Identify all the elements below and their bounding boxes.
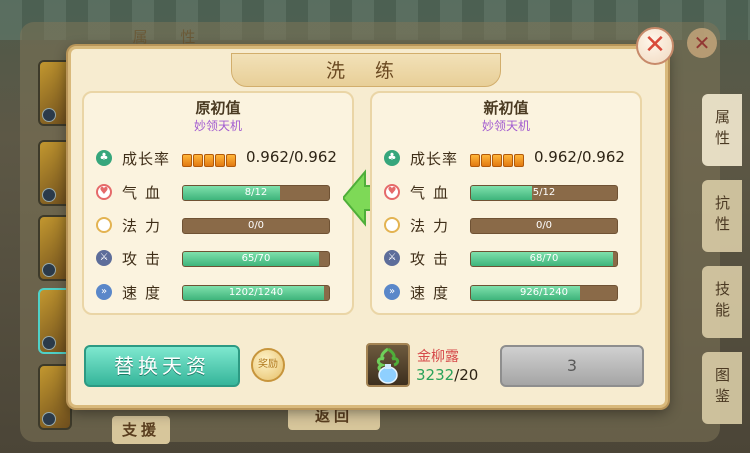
item-count: 3232/20 [416,366,478,384]
pet-name: 妙领天机 [481,119,530,133]
growth-icon: ♣ [96,150,112,166]
background-close-icon[interactable]: ✕ [687,28,717,58]
close-button[interactable]: ✕ [636,27,674,65]
growth-value: 0.962/0.962 [246,148,337,166]
stat-bar: 1202/1240 [182,285,330,301]
lock-icon [42,188,56,202]
support-button[interactable]: 支援 [112,416,170,444]
side-tab-codex[interactable]: 图鉴 [702,352,742,424]
lock-icon [42,263,56,277]
item-required: /20 [454,366,479,384]
heart-icon: ♥ [96,184,112,200]
stat-value: 0/0 [247,220,265,231]
stat-label: 攻击 [122,250,169,268]
growth-pips [182,152,237,167]
stat-label: 速度 [410,284,457,302]
potion-bottle-icon [376,347,400,384]
stat-value: 926/1240 [520,287,568,298]
heart-icon: ♥ [384,184,400,200]
stat-row-spd: » 速度 1202/1240 [96,281,346,303]
lock-icon [42,108,56,122]
stat-value: 1202/1240 [228,287,284,298]
pet-name: 妙领天机 [193,119,242,133]
stat-row-spd: » 速度 926/1240 [384,281,634,303]
stat-value: 8/12 [244,187,268,198]
stat-label: 气血 [122,184,169,202]
side-tab-skills[interactable]: 技能 [702,266,742,338]
speed-icon: » [96,284,112,300]
growth-row: ♣ 成长率 0.962/0.962 [384,147,634,169]
stat-value: 65/70 [241,253,271,264]
growth-label: 成长率 [122,150,171,168]
growth-label: 成长率 [410,150,459,168]
stat-bar: 0/0 [182,218,330,234]
stat-label: 攻击 [410,250,457,268]
mana-ring-icon [384,217,400,233]
reward-coin-icon[interactable]: 奖励 [251,348,285,382]
pet-thumbnail[interactable] [38,215,72,281]
replace-aptitude-button[interactable]: 替换天资 [84,345,240,387]
stat-row-hp: ♥ 气血 5/12 [384,181,634,203]
sword-icon: ⚔ [384,250,400,266]
dialog-title: 洗 练 [325,60,407,82]
item-icon[interactable] [366,343,410,387]
stat-label: 速度 [122,284,169,302]
stat-row-atk: ⚔ 攻击 65/70 [96,247,346,269]
speed-icon: » [384,284,400,300]
stat-row-hp: ♥ 气血 8/12 [96,181,346,203]
stat-label: 法力 [122,217,169,235]
stat-value: 68/70 [529,253,559,264]
stat-bar: 926/1240 [470,285,618,301]
dialog-header: 洗 练 [231,53,501,87]
sword-icon: ⚔ [96,250,112,266]
item-name: 金柳露 [417,349,459,365]
pet-thumbnail-selected[interactable] [38,288,72,354]
stat-row-mp: 法力 0/0 [96,214,346,236]
stat-label: 法力 [410,217,457,235]
stat-value: 0/0 [535,220,553,231]
growth-pips [470,152,525,167]
stat-bar: 5/12 [470,185,618,201]
panel-title: 原初值 [195,99,241,117]
stat-bar: 65/70 [182,251,330,267]
stat-bar: 8/12 [182,185,330,201]
growth-row: ♣ 成长率 0.962/0.962 [96,147,346,169]
side-tab-resistance[interactable]: 抗性 [702,180,742,252]
new-values-panel: 新初值 妙领天机 ♣ 成长率 0.962/0.962 ♥ 气血 5/12 法力 … [370,91,642,315]
pet-thumbnail[interactable] [38,60,72,126]
stat-value: 5/12 [532,187,556,198]
stat-row-mp: 法力 0/0 [384,214,634,236]
stat-row-atk: ⚔ 攻击 68/70 [384,247,634,269]
wash-button[interactable]: 3 [500,345,644,387]
side-tab-attributes[interactable]: 属性 [702,94,742,166]
lock-icon [42,336,56,350]
item-owned: 3232 [416,366,455,384]
growth-value: 0.962/0.962 [534,148,625,166]
stat-bar: 0/0 [470,218,618,234]
pet-thumbnail[interactable] [38,364,72,430]
stat-label: 气血 [410,184,457,202]
mana-ring-icon [96,217,112,233]
stat-bar: 68/70 [470,251,618,267]
pet-thumbnail[interactable] [38,140,72,206]
lock-icon [42,412,56,426]
growth-icon: ♣ [384,150,400,166]
original-values-panel: 原初值 妙领天机 ♣ 成长率 0.962/0.962 ♥ 气血 8/12 法力 … [82,91,354,315]
panel-title: 新初值 [483,99,529,117]
